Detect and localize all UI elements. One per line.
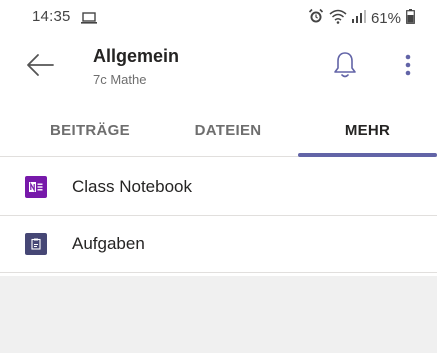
notifications-button[interactable]	[328, 48, 362, 86]
alarm-icon	[308, 8, 324, 28]
status-icons: 61%	[308, 8, 415, 28]
screen-cast-icon	[81, 11, 97, 29]
back-arrow-icon	[25, 53, 55, 82]
battery-icon	[406, 8, 415, 28]
list-item-assignments[interactable]: Aufgaben	[0, 215, 437, 272]
channel-title: Allgemein	[93, 46, 180, 66]
app-bar: Allgemein 7c Mathe	[0, 36, 437, 102]
onenote-icon	[25, 175, 47, 198]
more-list: Class Notebook Aufgaben	[0, 158, 437, 273]
assignments-icon	[25, 232, 47, 255]
battery-percent: 61%	[370, 9, 401, 27]
wifi-icon	[329, 9, 347, 28]
list-item-label: Aufgaben	[72, 233, 145, 253]
divider	[0, 272, 437, 273]
bell-icon	[332, 50, 358, 85]
signal-icon	[351, 9, 366, 27]
tab-more[interactable]: MEHR	[298, 104, 437, 156]
tab-posts[interactable]: BEITRÄGE	[20, 104, 160, 156]
list-item-label: Class Notebook	[72, 176, 193, 196]
active-tab-indicator	[298, 153, 437, 157]
status-bar: 14:35 61%	[0, 0, 437, 36]
tab-files[interactable]: DATEIEN	[158, 104, 298, 156]
more-options-button[interactable]	[396, 50, 420, 84]
list-item-class-notebook[interactable]: Class Notebook	[0, 158, 437, 215]
more-vertical-icon	[405, 54, 411, 81]
back-button[interactable]	[22, 50, 58, 84]
status-time: 14:35	[32, 8, 71, 25]
team-name: 7c Mathe	[93, 72, 147, 87]
channel-tabs: BEITRÄGE DATEIEN MEHR	[0, 104, 437, 157]
